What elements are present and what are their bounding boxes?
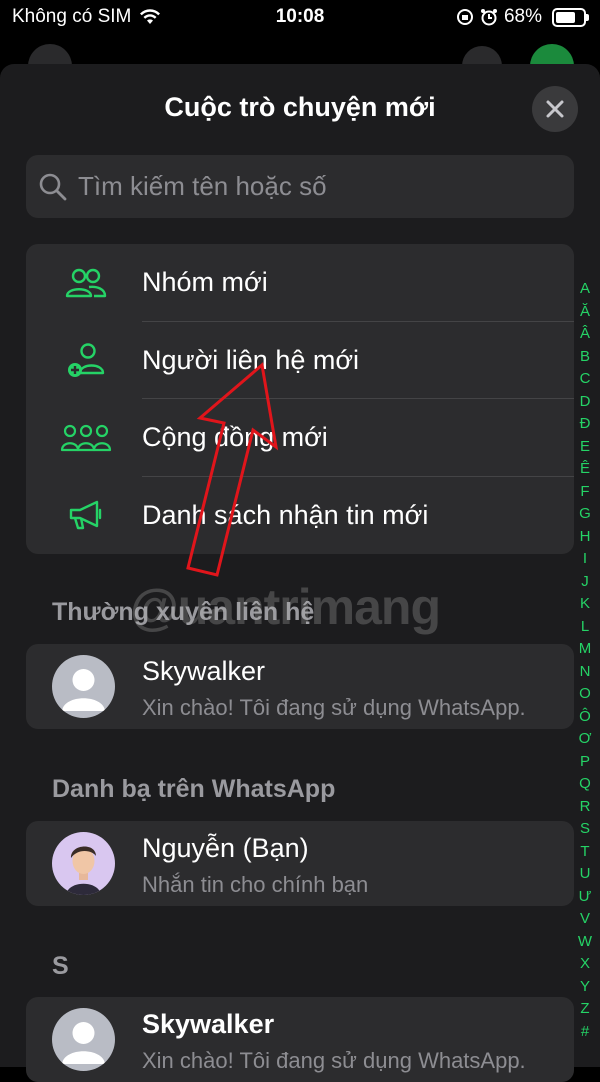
- contact-row[interactable]: Skywalker Xin chào! Tôi đang sử dụng Wha…: [26, 644, 574, 729]
- menu-item-new-group[interactable]: Nhóm mới: [26, 244, 574, 322]
- search-bar[interactable]: [26, 155, 574, 218]
- add-contact-icon: [58, 340, 114, 380]
- avatar: [52, 655, 115, 718]
- contact-row[interactable]: Skywalker Xin chào! Tôi đang sử dụng Wha…: [26, 997, 574, 1082]
- close-icon: [546, 100, 564, 118]
- section-header-s: S: [52, 952, 69, 980]
- alphabet-index[interactable]: A Ă Â B C D Đ E Ê F G H I J K L M N O Ô Ơ P Q R S T U Ư V W X Y Z #: [576, 278, 594, 1043]
- index-letter[interactable]: U: [576, 863, 594, 886]
- sheet-title: Cuộc trò chuyện mới: [164, 92, 436, 122]
- broadcast-icon: [58, 495, 114, 535]
- index-letter[interactable]: #: [576, 1021, 594, 1044]
- index-letter[interactable]: L: [576, 616, 594, 639]
- index-letter[interactable]: X: [576, 953, 594, 976]
- index-letter[interactable]: D: [576, 391, 594, 414]
- index-letter[interactable]: Z: [576, 998, 594, 1021]
- contact-name: Nguyễn (Bạn): [142, 833, 309, 863]
- index-letter[interactable]: Â: [576, 323, 594, 346]
- index-letter[interactable]: Ô: [576, 706, 594, 729]
- menu-label-new-contact: Người liên hệ mới: [142, 344, 360, 375]
- index-letter[interactable]: W: [576, 931, 594, 954]
- index-letter[interactable]: H: [576, 526, 594, 549]
- index-letter[interactable]: R: [576, 796, 594, 819]
- contact-row[interactable]: Nguyễn (Bạn) Nhắn tin cho chính bạn: [26, 821, 574, 906]
- alarm-icon: [480, 9, 497, 26]
- community-icon: [58, 418, 114, 458]
- orientation-lock-icon: [456, 9, 473, 25]
- menu-label-new-community: Cộng đồng mới: [142, 422, 328, 453]
- menu-label-new-group: Nhóm mới: [142, 267, 268, 298]
- index-letter[interactable]: J: [576, 571, 594, 594]
- whatsapp-contacts-card: Nguyễn (Bạn) Nhắn tin cho chính bạn: [26, 821, 574, 906]
- avatar: [52, 832, 115, 895]
- watermark: @uantrimang: [130, 579, 441, 635]
- frequent-contacts-card: Skywalker Xin chào! Tôi đang sử dụng Wha…: [26, 644, 574, 729]
- search-input[interactable]: [78, 171, 548, 202]
- index-letter[interactable]: K: [576, 593, 594, 616]
- avatar: [52, 1008, 115, 1071]
- new-options-card: Nhóm mới Người liên hệ mới Cộng đồng mới…: [26, 244, 574, 554]
- index-letter[interactable]: M: [576, 638, 594, 661]
- index-letter[interactable]: T: [576, 841, 594, 864]
- index-letter[interactable]: Ơ: [576, 728, 594, 751]
- group-icon: [58, 263, 114, 303]
- index-letter[interactable]: Ê: [576, 458, 594, 481]
- menu-item-new-community[interactable]: Cộng đồng mới: [26, 399, 574, 477]
- s-contacts-card: Skywalker Xin chào! Tôi đang sử dụng Wha…: [26, 997, 574, 1082]
- battery-icon: [552, 7, 589, 27]
- index-letter[interactable]: S: [576, 818, 594, 841]
- index-letter[interactable]: F: [576, 481, 594, 504]
- battery-percent: 68%: [503, 6, 542, 27]
- index-letter[interactable]: O: [576, 683, 594, 706]
- index-letter[interactable]: Q: [576, 773, 594, 796]
- contact-name: Skywalker: [142, 1009, 275, 1039]
- section-header-whatsapp: Danh bạ trên WhatsApp: [52, 775, 336, 803]
- index-letter[interactable]: V: [576, 908, 594, 931]
- index-letter[interactable]: C: [576, 368, 594, 391]
- contact-name: Skywalker: [142, 656, 266, 686]
- index-letter[interactable]: Ă: [576, 301, 594, 324]
- index-letter[interactable]: Y: [576, 976, 594, 999]
- index-letter[interactable]: P: [576, 751, 594, 774]
- contact-status: Xin chào! Tôi đang sử dụng WhatsApp.: [142, 1048, 526, 1073]
- index-letter[interactable]: B: [576, 346, 594, 369]
- contact-status: Xin chào! Tôi đang sử dụng WhatsApp.: [142, 695, 526, 720]
- menu-item-new-broadcast[interactable]: Danh sách nhận tin mới: [26, 477, 574, 555]
- close-button[interactable]: [532, 86, 578, 132]
- search-icon: [38, 172, 68, 202]
- status-bar: Không có SIM 10:08 68%: [0, 0, 600, 34]
- new-chat-sheet: Cuộc trò chuyện mới Nhóm mới: [0, 64, 600, 1082]
- index-letter[interactable]: E: [576, 436, 594, 459]
- index-letter[interactable]: Ư: [576, 886, 594, 909]
- index-letter[interactable]: A: [576, 278, 594, 301]
- index-letter[interactable]: I: [576, 548, 594, 571]
- menu-label-new-broadcast: Danh sách nhận tin mới: [142, 499, 429, 530]
- index-letter[interactable]: N: [576, 661, 594, 684]
- menu-item-new-contact[interactable]: Người liên hệ mới: [26, 322, 574, 399]
- index-letter[interactable]: Đ: [576, 413, 594, 436]
- index-letter[interactable]: G: [576, 503, 594, 526]
- contact-status: Nhắn tin cho chính bạn: [142, 872, 369, 897]
